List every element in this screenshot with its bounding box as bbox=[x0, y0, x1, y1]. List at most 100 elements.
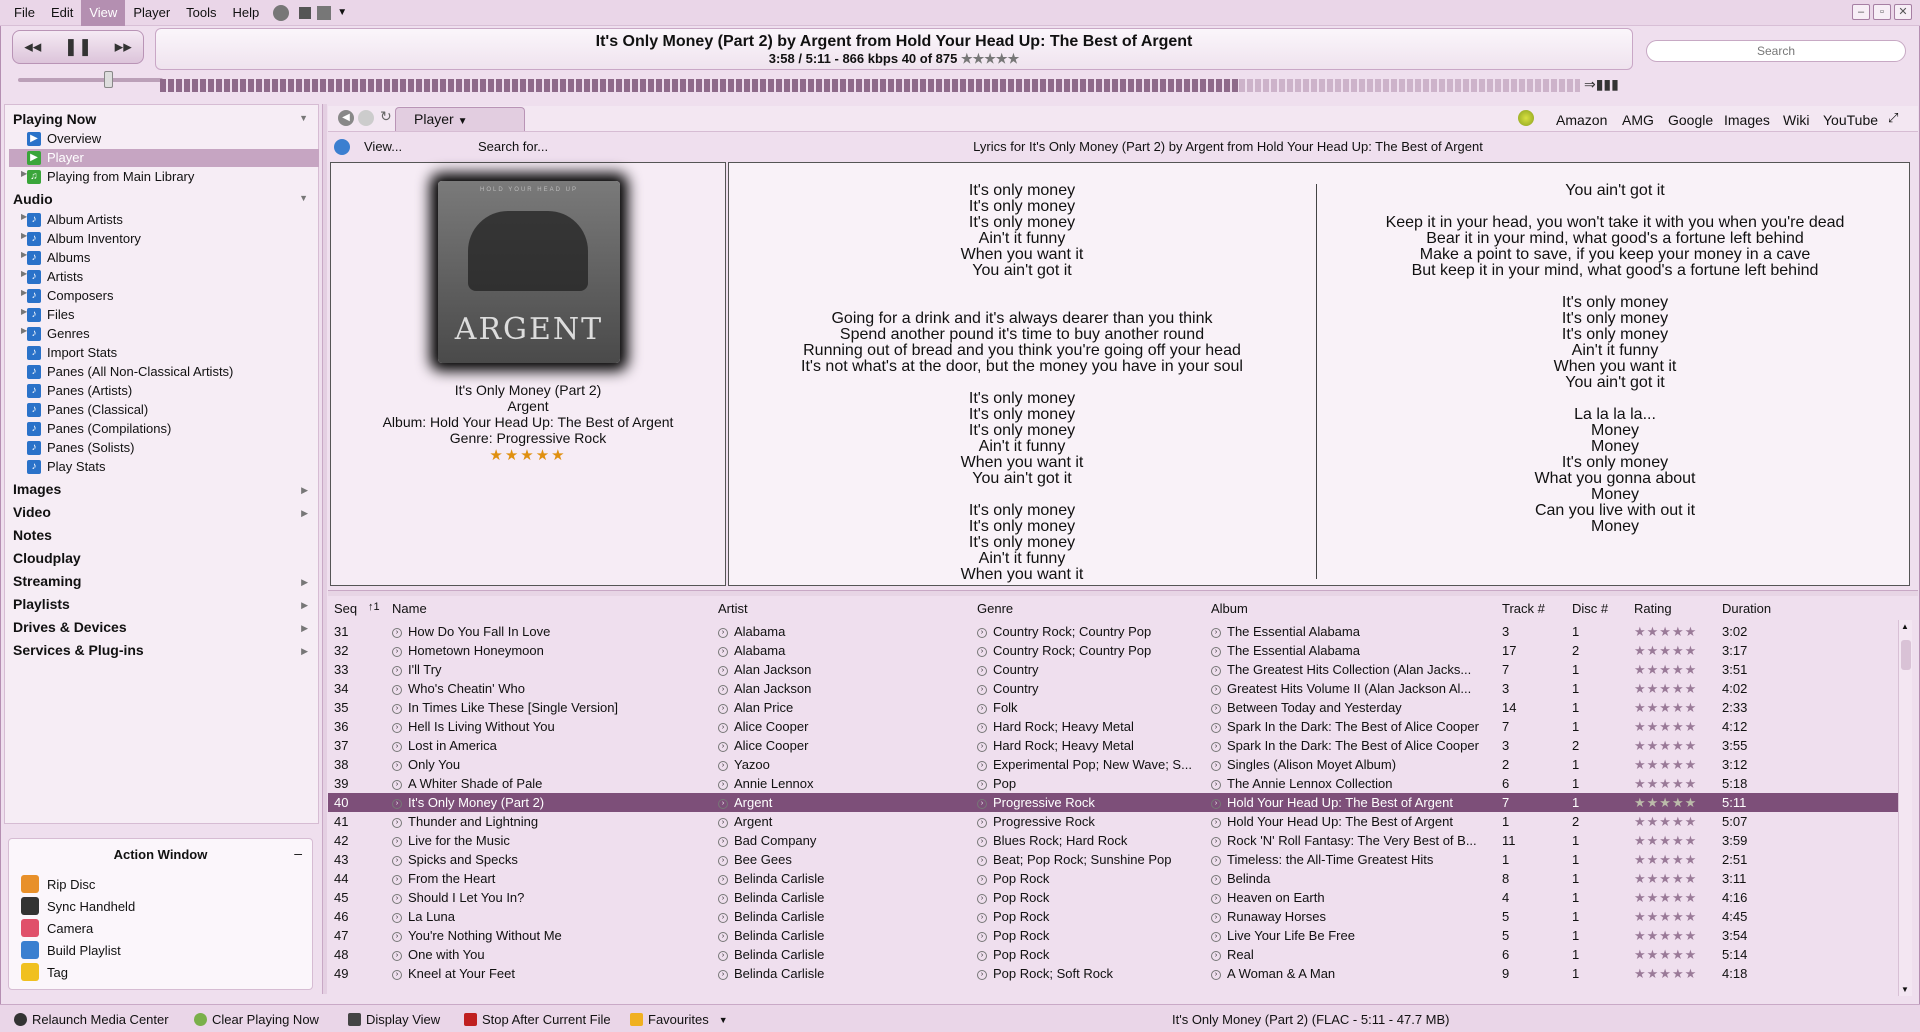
link-arrow-icon[interactable]: › bbox=[977, 627, 987, 638]
link-arrow-icon[interactable]: › bbox=[1211, 874, 1221, 885]
sidebar-item-audio[interactable]: ♪ Artists bbox=[27, 268, 317, 286]
link-arrow-icon[interactable]: › bbox=[977, 703, 987, 714]
link-arrow-icon[interactable]: › bbox=[1211, 817, 1221, 828]
col-duration[interactable]: Duration bbox=[1722, 601, 1771, 616]
sidebar-item-audio[interactable]: ♪ Import Stats bbox=[27, 344, 317, 362]
album-art[interactable]: HOLD YOUR HEAD UP ARGENT bbox=[438, 181, 620, 363]
sort-ascending-icon[interactable]: ↑1 bbox=[368, 601, 380, 613]
link-arrow-icon[interactable]: › bbox=[1211, 741, 1221, 752]
link-arrow-icon[interactable]: › bbox=[718, 722, 728, 733]
link-arrow-icon[interactable]: › bbox=[977, 893, 987, 904]
cell-rating[interactable]: ★★★★★ bbox=[1634, 717, 1714, 736]
link-arrow-icon[interactable]: › bbox=[718, 950, 728, 961]
link-arrow-icon[interactable]: › bbox=[977, 798, 987, 809]
sidebar-item-audio[interactable]: ♪ Panes (All Non-Classical Artists) bbox=[27, 363, 317, 381]
link-arrow-icon[interactable]: › bbox=[392, 855, 402, 866]
menu-edit[interactable]: Edit bbox=[43, 0, 81, 26]
table-row[interactable]: 48 › One with You › Belinda Carlisle › Pop Roc… bbox=[328, 945, 1898, 964]
sidebar-item-audio[interactable]: ♪ Albums bbox=[27, 249, 317, 267]
previous-icon[interactable]: ◂◂ bbox=[24, 37, 41, 57]
sidebar-item-overview[interactable]: ▶ Overview bbox=[27, 130, 317, 148]
chevron-right-icon[interactable]: ▶ bbox=[301, 646, 308, 657]
link-arrow-icon[interactable]: › bbox=[392, 931, 402, 942]
search-for-menu[interactable]: Search for... bbox=[478, 139, 548, 154]
table-row[interactable]: 43 › Spicks and Specks › Bee Gees › Beat; Pop … bbox=[328, 850, 1898, 869]
link-arrow-icon[interactable]: › bbox=[977, 760, 987, 771]
link-arrow-icon[interactable]: › bbox=[1211, 836, 1221, 847]
link-arrow-icon[interactable]: › bbox=[977, 950, 987, 961]
link-arrow-icon[interactable]: › bbox=[977, 836, 987, 847]
link-arrow-icon[interactable]: › bbox=[977, 665, 987, 676]
link-arrow-icon[interactable]: › bbox=[977, 741, 987, 752]
table-row[interactable]: 33 › I'll Try › Alan Jackson › Country › The Gre… bbox=[328, 660, 1898, 679]
sidebar-drives-devices[interactable]: Drives & Devices bbox=[13, 619, 127, 635]
col-seq[interactable]: Seq bbox=[334, 601, 357, 616]
col-genre[interactable]: Genre bbox=[977, 601, 1013, 616]
sidebar-item-audio[interactable]: ♪ Album Inventory bbox=[27, 230, 317, 248]
link-arrow-icon[interactable]: › bbox=[977, 855, 987, 866]
cell-rating[interactable]: ★★★★★ bbox=[1634, 926, 1714, 945]
link-arrow-icon[interactable]: › bbox=[392, 950, 402, 961]
cell-rating[interactable]: ★★★★★ bbox=[1634, 679, 1714, 698]
table-row[interactable]: 38 › Only You › Yazoo › Experimental Pop; New … bbox=[328, 755, 1898, 774]
sidebar-item-audio[interactable]: ♪ Panes (Artists) bbox=[27, 382, 317, 400]
link-arrow-icon[interactable]: › bbox=[1211, 684, 1221, 695]
link-arrow-icon[interactable]: › bbox=[718, 836, 728, 847]
scroll-down-icon[interactable]: ▼ bbox=[1901, 985, 1909, 994]
chevron-right-icon[interactable]: ▶ bbox=[301, 508, 308, 519]
menu-view[interactable]: View bbox=[81, 0, 126, 26]
link-arrow-icon[interactable]: › bbox=[718, 874, 728, 885]
link-arrow-icon[interactable]: › bbox=[718, 817, 728, 828]
cell-rating[interactable]: ★★★★★ bbox=[1634, 660, 1714, 679]
link-arrow-icon[interactable]: › bbox=[977, 931, 987, 942]
sidebar-item-playing-from-library[interactable]: ♫ Playing from Main Library bbox=[27, 168, 317, 186]
table-row[interactable]: 37 › Lost in America › Alice Cooper › Hard Roc… bbox=[328, 736, 1898, 755]
table-row[interactable]: 47 › You're Nothing Without Me › Belinda Car… bbox=[328, 926, 1898, 945]
link-arrow-icon[interactable]: › bbox=[392, 684, 402, 695]
link-arrow-icon[interactable]: › bbox=[718, 703, 728, 714]
link-arrow-icon[interactable]: › bbox=[392, 912, 402, 923]
action-sync-handheld[interactable]: Sync Handheld bbox=[21, 897, 135, 915]
menu-player[interactable]: Player bbox=[125, 0, 178, 26]
chevron-right-icon[interactable]: ▶ bbox=[301, 623, 308, 634]
menu-help[interactable]: Help bbox=[225, 0, 268, 26]
link-arrow-icon[interactable]: › bbox=[718, 646, 728, 657]
pane-splitter[interactable] bbox=[328, 590, 1918, 596]
sidebar-notes[interactable]: Notes bbox=[13, 527, 52, 543]
scroll-thumb[interactable] bbox=[1901, 640, 1911, 670]
action-build-playlist[interactable]: Build Playlist bbox=[21, 941, 121, 959]
table-row[interactable]: 36 › Hell Is Living Without You › Alice Coop… bbox=[328, 717, 1898, 736]
link-arrow-icon[interactable]: › bbox=[392, 817, 402, 828]
link-youtube[interactable]: YouTube bbox=[1823, 112, 1878, 128]
fullscreen-icon[interactable]: ⤢ bbox=[1888, 110, 1898, 126]
cell-rating[interactable]: ★★★★★ bbox=[1634, 774, 1714, 793]
back-icon[interactable]: ◀ bbox=[338, 110, 354, 126]
menu-file[interactable]: File bbox=[6, 0, 43, 26]
link-arrow-icon[interactable]: › bbox=[392, 893, 402, 904]
link-arrow-icon[interactable]: › bbox=[1211, 722, 1221, 733]
link-arrow-icon[interactable]: › bbox=[1211, 703, 1221, 714]
sidebar-audio[interactable]: Audio bbox=[13, 191, 53, 207]
cell-rating[interactable]: ★★★★★ bbox=[1634, 831, 1714, 850]
table-row[interactable]: 35 › In Times Like These [Single Version] ›… bbox=[328, 698, 1898, 717]
link-arrow-icon[interactable]: › bbox=[977, 684, 987, 695]
clear-playing-now-button[interactable]: Clear Playing Now bbox=[194, 1012, 319, 1027]
track-list-scrollbar[interactable]: ▲ ▼ bbox=[1898, 620, 1912, 996]
link-arrow-icon[interactable]: › bbox=[977, 912, 987, 923]
view-menu[interactable]: View... bbox=[364, 139, 402, 154]
record-icon[interactable] bbox=[317, 5, 332, 20]
col-rating[interactable]: Rating bbox=[1634, 601, 1672, 616]
col-album[interactable]: Album bbox=[1211, 601, 1248, 616]
link-arrow-icon[interactable]: › bbox=[1211, 760, 1221, 771]
table-row[interactable]: 46 › La Luna › Belinda Carlisle › Pop Rock › Run… bbox=[328, 907, 1898, 926]
link-arrow-icon[interactable]: › bbox=[1211, 950, 1221, 961]
col-name[interactable]: Name bbox=[392, 601, 427, 616]
equalizer-icon[interactable]: ⇒▮▮▮ bbox=[1584, 76, 1619, 93]
volume-knob[interactable] bbox=[104, 71, 113, 88]
link-amazon[interactable]: Amazon bbox=[1556, 112, 1607, 128]
sidebar-item-audio[interactable]: ♪ Genres bbox=[27, 325, 317, 343]
table-row[interactable]: 34 › Who's Cheatin' Who › Alan Jackson › Count… bbox=[328, 679, 1898, 698]
link-arrow-icon[interactable]: › bbox=[392, 646, 402, 657]
cell-rating[interactable]: ★★★★★ bbox=[1634, 755, 1714, 774]
minimize-button[interactable]: – bbox=[1852, 4, 1870, 20]
